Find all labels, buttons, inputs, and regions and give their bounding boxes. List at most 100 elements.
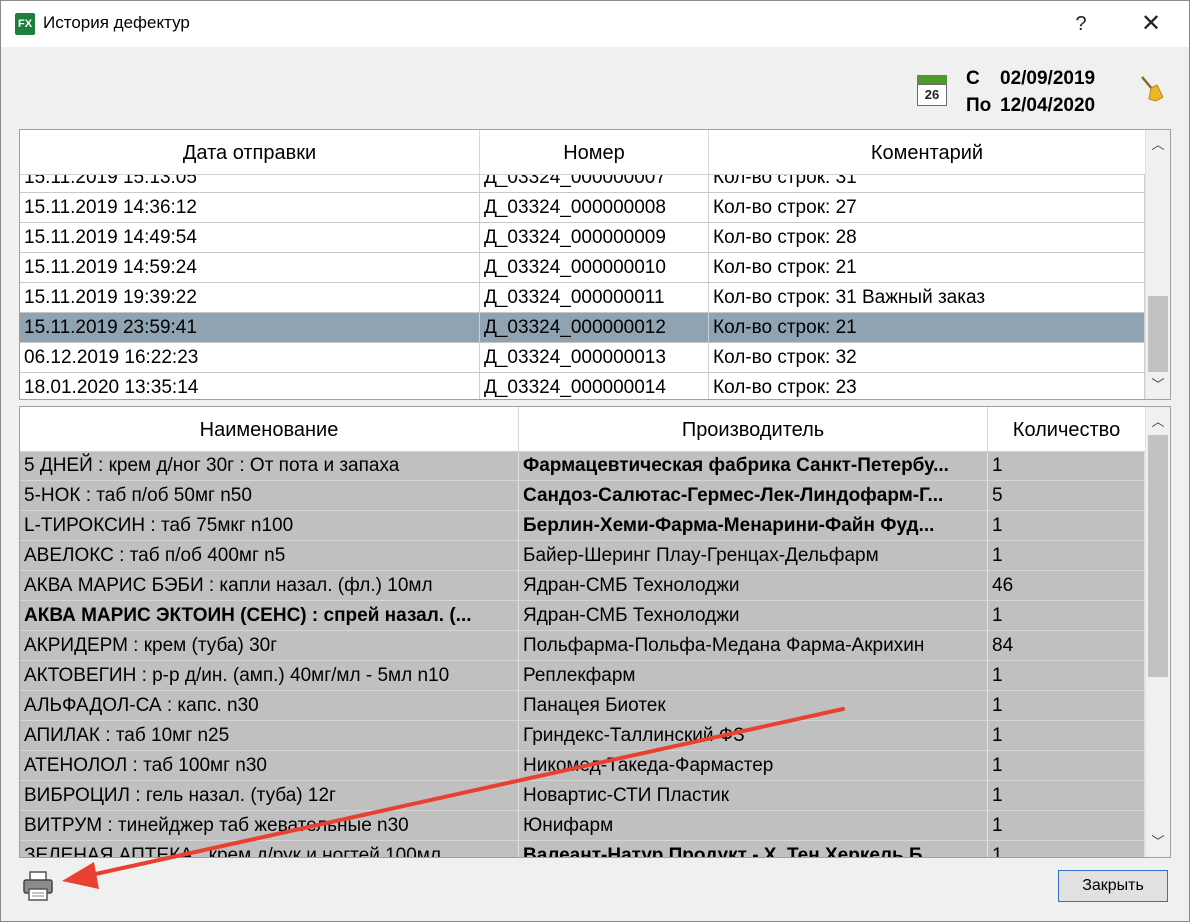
date-from-label: С <box>966 68 980 89</box>
cell-maker: Ядран-СМБ Технолоджи <box>519 571 988 600</box>
table-row[interactable]: ВИБРОЦИЛ : гель назал. (туба) 12г Новарти… <box>20 781 1145 811</box>
orders-scrollbar[interactable]: ︿ ﹀ <box>1145 130 1170 399</box>
cell-name: АКТОВЕГИН : р-р д/ин. (амп.) 40мг/мл - 5… <box>20 661 519 690</box>
cell-qty: 1 <box>988 811 1145 840</box>
table-row[interactable]: 5 ДНЕЙ : крем д/ног 30г : От пота и запа… <box>20 451 1145 481</box>
table-row[interactable]: АПИЛАК : таб 10мг n25 Гриндекс-Таллинский… <box>20 721 1145 751</box>
cell-name: 5-НОК : таб п/об 50мг n50 <box>20 481 519 510</box>
cell-number: Д_03324_000000012 <box>480 313 709 342</box>
table-row[interactable]: 18.01.2020 13:35:14 Д_03324_000000014 Кол-… <box>20 373 1145 399</box>
column-header-date[interactable]: ︿Дата отправки <box>20 130 480 174</box>
cell-date: 15.11.2019 23:59:41 <box>20 313 480 342</box>
title-bar: FX История дефектур ? ✕ <box>1 1 1189 47</box>
column-header-maker[interactable]: Производитель <box>519 407 988 451</box>
cell-qty: 84 <box>988 631 1145 660</box>
cell-number: Д_03324_000000010 <box>480 253 709 282</box>
date-to-label: По <box>966 95 992 116</box>
items-scrollbar[interactable]: ︿ ﹀ <box>1145 407 1170 857</box>
table-row[interactable]: АКВА МАРИС ЭКТОИН (СЕНС) : спрей назал. … <box>20 601 1145 631</box>
scroll-down-icon[interactable]: ﹀ <box>1146 831 1170 853</box>
cell-date: 18.01.2020 13:35:14 <box>20 373 480 399</box>
sort-up-icon: ︿ <box>263 407 277 410</box>
table-row[interactable]: L-ТИРОКСИН : таб 75мкг n100 Берлин-Хеми-Ф… <box>20 511 1145 541</box>
cell-name: ВИБРОЦИЛ : гель назал. (туба) 12г <box>20 781 519 810</box>
cell-qty: 1 <box>988 661 1145 690</box>
table-row[interactable]: 15.11.2019 14:49:54 Д_03324_000000009 Кол-… <box>20 223 1145 253</box>
table-row[interactable]: 06.12.2019 16:22:23 Д_03324_000000013 Кол-… <box>20 343 1145 373</box>
table-row[interactable]: АКТОВЕГИН : р-р д/ин. (амп.) 40мг/мл - 5… <box>20 661 1145 691</box>
items-header: ︿Наименование Производитель Количество <box>20 407 1145 452</box>
cell-maker: Валеант-Натур Продукт - Х. Тен Херкель Б… <box>519 841 988 857</box>
table-row[interactable]: АТЕНОЛОЛ : таб 100мг n30 Никомед-Такеда-Ф… <box>20 751 1145 781</box>
help-button[interactable]: ? <box>1059 7 1103 41</box>
orders-grid: 15.11.2019 15:13:05 Д_03324_000000007 Кол-… <box>19 129 1171 400</box>
scroll-up-icon[interactable]: ︿ <box>1146 411 1170 433</box>
column-header-name[interactable]: ︿Наименование <box>20 407 519 451</box>
defect-history-window: FX История дефектур ? ✕ 26 С 02/09/2019 П… <box>0 0 1190 922</box>
cell-qty: 1 <box>988 841 1145 857</box>
cell-name: АТЕНОЛОЛ : таб 100мг n30 <box>20 751 519 780</box>
cell-date: 15.11.2019 19:39:22 <box>20 283 480 312</box>
calendar-icon[interactable]: 26 <box>917 75 947 106</box>
cell-qty: 1 <box>988 691 1145 720</box>
cell-name: АЛЬФАДОЛ-СА : капс. n30 <box>20 691 519 720</box>
cell-maker: Берлин-Хеми-Фарма-Менарини-Файн Фуд... <box>519 511 988 540</box>
close-button[interactable]: Закрыть <box>1058 870 1168 902</box>
cell-maker: Сандоз-Салютас-Гермес-Лек-Линдофарм-Г... <box>519 481 988 510</box>
column-header-number[interactable]: Номер <box>480 130 709 174</box>
date-from-row: С 02/09/2019 <box>966 65 1095 92</box>
cell-number: Д_03324_000000014 <box>480 373 709 399</box>
table-row[interactable]: ЗЕЛЕНАЯ АПТЕКА : крем д/рук и ногтей 100… <box>20 841 1145 857</box>
table-row[interactable]: 15.11.2019 23:59:41 Д_03324_000000012 Кол-… <box>20 313 1145 343</box>
cell-comment: Кол-во строк: 21 <box>709 253 1145 282</box>
items-grid: 5 ДНЕЙ : крем д/ног 30г : От пота и запа… <box>19 406 1171 858</box>
table-row[interactable]: 15.11.2019 14:36:12 Д_03324_000000008 Кол-… <box>20 193 1145 223</box>
cell-comment: Кол-во строк: 28 <box>709 223 1145 252</box>
cell-maker: Новартис-СТИ Пластик <box>519 781 988 810</box>
broom-icon[interactable] <box>1139 75 1165 103</box>
close-window-button[interactable]: ✕ <box>1129 7 1173 41</box>
cell-maker: Фармацевтическая фабрика Санкт-Петербу..… <box>519 451 988 480</box>
cell-name: АВЕЛОКС : таб п/об 400мг n5 <box>20 541 519 570</box>
scroll-down-icon[interactable]: ﹀ <box>1146 374 1170 396</box>
table-row[interactable]: АЛЬФАДОЛ-СА : капс. n30 Панацея Биотек 1 <box>20 691 1145 721</box>
table-row[interactable]: АВЕЛОКС : таб п/об 400мг n5 Байер-Шеринг … <box>20 541 1145 571</box>
cell-qty: 1 <box>988 541 1145 570</box>
table-row[interactable]: 15.11.2019 19:39:22 Д_03324_000000011 Кол-… <box>20 283 1145 313</box>
app-logo-icon: FX <box>15 13 35 35</box>
cell-maker: Гриндекс-Таллинский ФЗ <box>519 721 988 750</box>
table-row[interactable]: АКВА МАРИС БЭБИ : капли назал. (фл.) 10м… <box>20 571 1145 601</box>
cell-maker: Юнифарм <box>519 811 988 840</box>
cell-qty: 1 <box>988 511 1145 540</box>
cell-date: 06.12.2019 16:22:23 <box>20 343 480 372</box>
table-row[interactable]: ВИТРУМ : тинейджер таб жевательные n30 Юн… <box>20 811 1145 841</box>
cell-qty: 1 <box>988 721 1145 750</box>
date-to-row: По 12/04/2020 <box>966 92 1095 119</box>
scroll-thumb[interactable] <box>1148 435 1168 677</box>
window-title: История дефектур <box>43 13 190 32</box>
cell-name: ВИТРУМ : тинейджер таб жевательные n30 <box>20 811 519 840</box>
printer-icon[interactable] <box>21 869 55 903</box>
cell-comment: Кол-во строк: 32 <box>709 343 1145 372</box>
table-row[interactable]: 15.11.2019 14:59:24 Д_03324_000000010 Кол-… <box>20 253 1145 283</box>
cell-number: Д_03324_000000011 <box>480 283 709 312</box>
column-header-comment[interactable]: Коментарий <box>709 130 1145 174</box>
cell-name: АПИЛАК : таб 10мг n25 <box>20 721 519 750</box>
cell-maker: Ядран-СМБ Технолоджи <box>519 601 988 630</box>
date-range[interactable]: С 02/09/2019 По 12/04/2020 <box>966 65 1095 119</box>
cell-maker: Байер-Шеринг Плау-Гренцах-Дельфарм <box>519 541 988 570</box>
scroll-up-icon[interactable]: ︿ <box>1146 134 1170 156</box>
cell-name: АКВА МАРИС ЭКТОИН (СЕНС) : спрей назал. … <box>20 601 519 630</box>
column-header-quantity[interactable]: Количество <box>988 407 1145 451</box>
cell-maker: Панацея Биотек <box>519 691 988 720</box>
cell-number: Д_03324_000000009 <box>480 223 709 252</box>
cell-maker: Никомед-Такеда-Фармастер <box>519 751 988 780</box>
cell-name: АКВА МАРИС БЭБИ : капли назал. (фл.) 10м… <box>20 571 519 600</box>
table-row[interactable]: 5-НОК : таб п/об 50мг n50 Сандоз-Салютас-… <box>20 481 1145 511</box>
orders-header: ︿Дата отправки Номер Коментарий <box>20 130 1145 175</box>
cell-comment: Кол-во строк: 31 Важный заказ <box>709 283 1145 312</box>
cell-qty: 1 <box>988 781 1145 810</box>
scroll-thumb[interactable] <box>1148 296 1168 372</box>
cell-date: 15.11.2019 14:49:54 <box>20 223 480 252</box>
table-row[interactable]: АКРИДЕРМ : крем (туба) 30г Польфарма-Поль… <box>20 631 1145 661</box>
